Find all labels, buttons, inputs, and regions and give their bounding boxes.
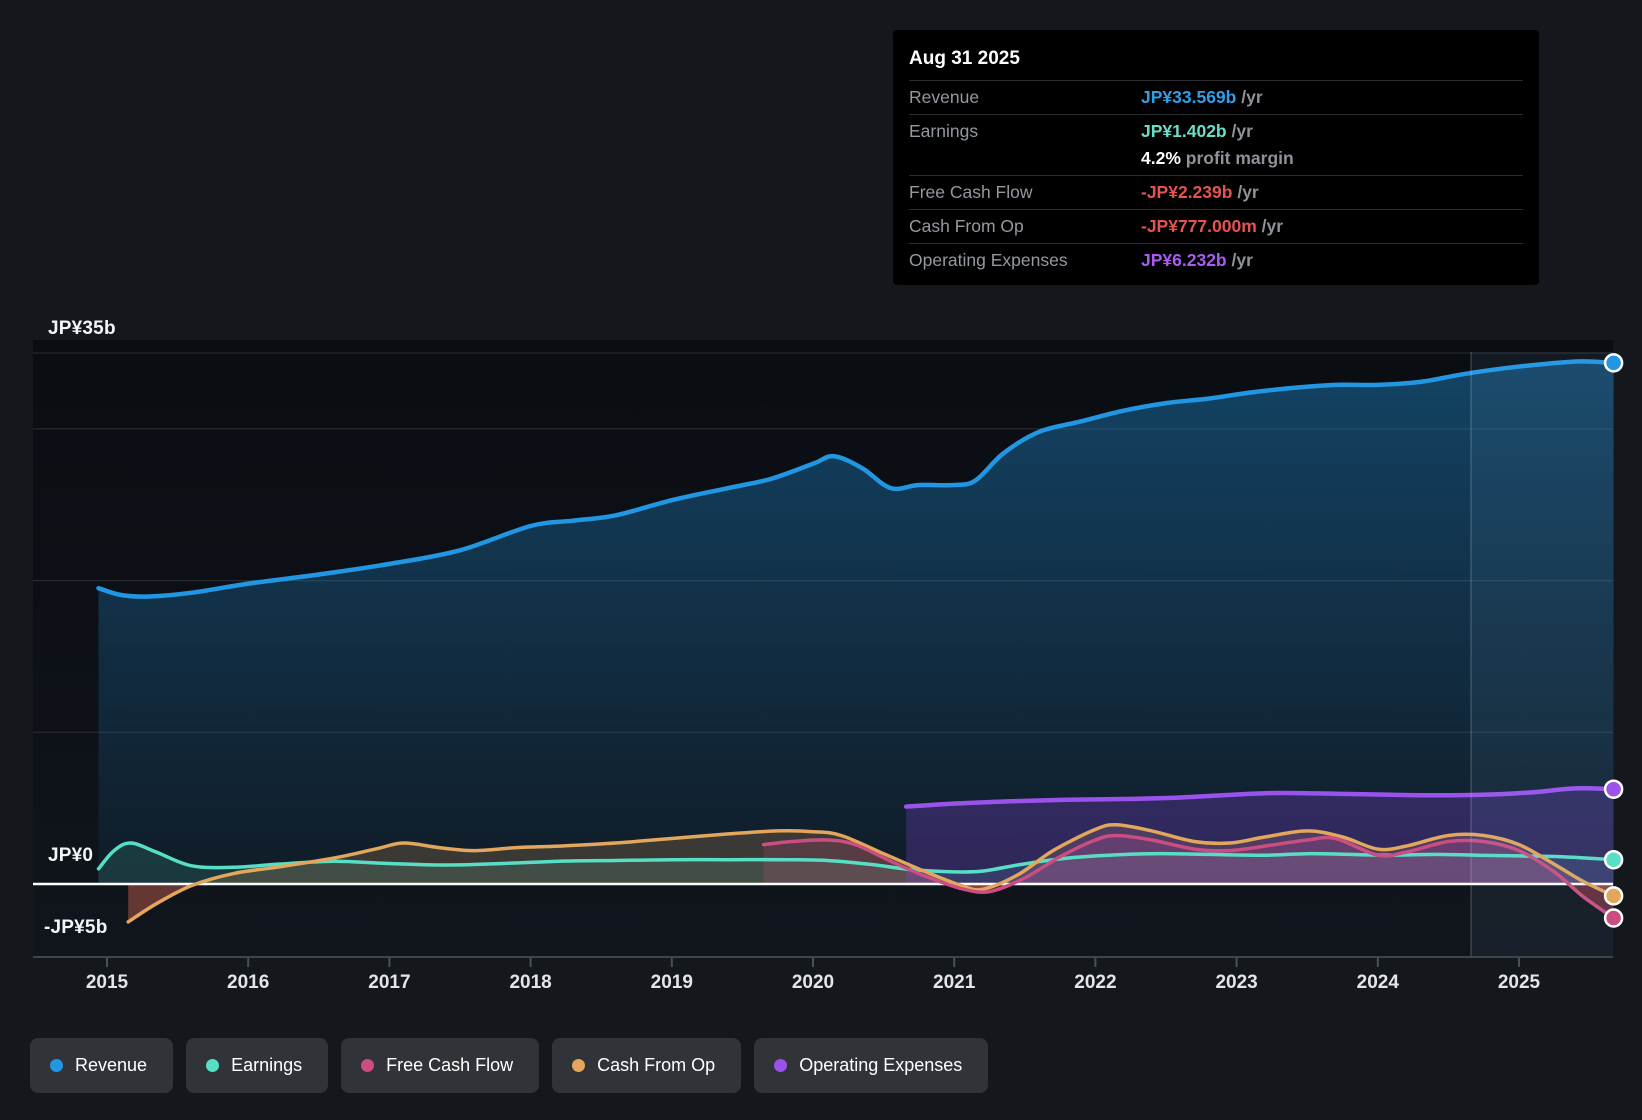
free-cash-flow-endpoint-marker[interactable] <box>1603 908 1624 928</box>
revenue-endpoint-marker[interactable] <box>1603 353 1624 373</box>
tooltip-date: Aug 31 2025 <box>909 48 1020 69</box>
y-axis-label-zero: JP¥0 <box>48 845 94 866</box>
x-axis-label-2023: 2023 <box>1215 972 1257 993</box>
operating-expenses-dot-icon <box>774 1059 788 1072</box>
cash-from-op-endpoint-marker[interactable] <box>1603 886 1624 906</box>
earnings-endpoint-marker[interactable] <box>1603 849 1624 870</box>
legend-pill-revenue[interactable]: Revenue <box>30 1038 174 1093</box>
hover-highlight-band <box>1470 352 1613 957</box>
legend-pill-earnings[interactable]: Earnings <box>186 1038 329 1093</box>
legend-pill-cash-from-op[interactable]: Cash From Op <box>552 1038 742 1093</box>
earnings-dot-icon <box>206 1059 220 1072</box>
chart-legend: Revenue Earnings Free Cash Flow Cash Fro… <box>30 1038 989 1093</box>
tooltip-row-operating-expenses: Operating Expenses JP¥6.232b /yr <box>909 243 1523 277</box>
legend-pill-operating-expenses[interactable]: Operating Expenses <box>754 1038 989 1093</box>
y-axis-label-neg5b: -JP¥5b <box>44 917 108 938</box>
tooltip-row-revenue: Revenue JP¥33.569b /yr <box>909 80 1523 114</box>
cash-from-op-dot-icon <box>572 1059 586 1072</box>
x-axis-label-2021: 2021 <box>933 972 976 993</box>
tooltip-row-earnings: Earnings JP¥1.402b /yr <box>909 114 1523 148</box>
x-axis-label-2016: 2016 <box>227 972 269 993</box>
hover-tooltip: Aug 31 2025 Revenue JP¥33.569b /yr Earni… <box>893 30 1539 285</box>
y-axis-label-35b: JP¥35b <box>48 318 116 339</box>
tooltip-row-cash-from-op: Cash From Op -JP¥777.000m /yr <box>909 209 1523 243</box>
x-axis-label-2025: 2025 <box>1498 972 1541 993</box>
x-axis-label-2018: 2018 <box>509 972 551 993</box>
x-axis-label-2015: 2015 <box>86 972 129 993</box>
legend-pill-free-cash-flow[interactable]: Free Cash Flow <box>341 1038 540 1093</box>
tooltip-row-free-cash-flow: Free Cash Flow -JP¥2.239b /yr <box>909 175 1523 209</box>
x-axis-label-2017: 2017 <box>368 972 410 993</box>
x-axis-label-2020: 2020 <box>792 972 834 993</box>
free-cash-flow-dot-icon <box>361 1059 375 1072</box>
revenue-dot-icon <box>50 1059 63 1072</box>
tooltip-row-profit-margin: 4.2% profit margin <box>1141 148 1294 168</box>
operating-expenses-endpoint-marker[interactable] <box>1603 779 1624 799</box>
x-axis-label-2024: 2024 <box>1357 972 1400 993</box>
x-axis-label-2019: 2019 <box>651 972 693 993</box>
financial-history-chart-page: 2015 2016 2017 2018 2019 2020 2021 2022 2023 2024… <box>0 0 1642 1120</box>
x-axis-label-2022: 2022 <box>1074 972 1116 993</box>
